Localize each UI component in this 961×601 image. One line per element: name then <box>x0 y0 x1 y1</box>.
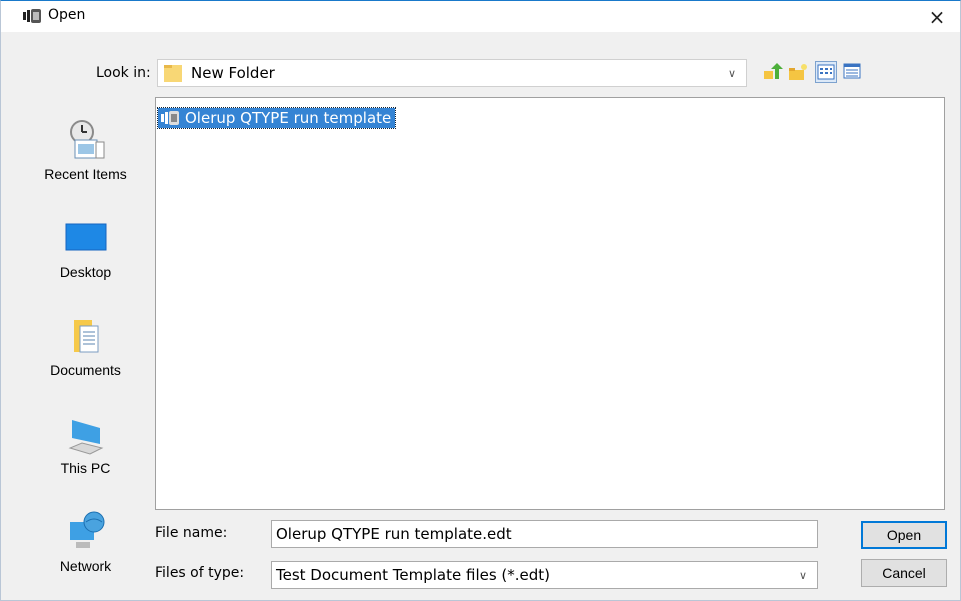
network-icon <box>69 511 104 548</box>
place-label: Desktop <box>59 264 112 280</box>
title-bar: Open × <box>1 1 960 32</box>
recent-items-icon <box>69 120 104 159</box>
look-in-label: Look in: <box>96 65 151 81</box>
place-label: Recent Items <box>44 166 127 182</box>
open-button[interactable]: Open <box>861 521 947 549</box>
place-recent-items[interactable]: Recent Items <box>43 116 128 182</box>
place-label: Network <box>59 558 112 574</box>
place-documents[interactable]: Documents <box>43 312 128 378</box>
cancel-button[interactable]: Cancel <box>861 559 947 587</box>
file-type-label: Files of type: <box>155 565 245 581</box>
folder-icon <box>164 65 182 82</box>
file-name-value: Olerup QTYPE run template.edt <box>276 525 512 543</box>
up-one-level-button[interactable] <box>761 61 783 83</box>
window-title: Open <box>48 7 86 23</box>
chevron-down-icon[interactable]: ∨ <box>718 60 746 86</box>
close-icon: × <box>928 4 946 29</box>
app-icon <box>23 9 41 23</box>
list-view-button[interactable] <box>815 61 837 83</box>
file-name-label: File name: <box>155 525 228 541</box>
up-one-level-icon <box>764 63 783 79</box>
desktop-icon <box>65 223 106 251</box>
look-in-value: New Folder <box>191 64 275 82</box>
places-bar: Recent Items Desktop Documents This PC N… <box>43 106 128 586</box>
details-view-icon <box>843 63 861 79</box>
place-label: Documents <box>50 362 121 378</box>
place-label: This PC <box>60 460 111 476</box>
close-button[interactable]: × <box>914 1 960 32</box>
template-file-icon <box>161 111 179 125</box>
this-pc-icon <box>68 420 103 455</box>
place-this-pc[interactable]: This PC <box>43 410 128 476</box>
documents-icon <box>73 320 98 353</box>
open-dialog: Open × Look in: New Folder ∨ Recent Item… <box>0 0 961 601</box>
list-view-icon <box>817 64 835 80</box>
chevron-down-icon[interactable]: ∨ <box>789 562 817 588</box>
look-in-combo[interactable]: New Folder ∨ <box>157 59 747 87</box>
file-type-select[interactable]: Test Document Template files (*.edt) ∨ <box>271 561 818 589</box>
place-network[interactable]: Network <box>43 508 128 574</box>
details-view-button[interactable] <box>842 61 864 83</box>
new-folder-button[interactable] <box>787 61 809 83</box>
file-list[interactable]: Olerup QTYPE run template <box>155 97 945 510</box>
new-folder-icon <box>789 64 807 80</box>
file-name-text: Olerup QTYPE run template <box>185 109 392 127</box>
place-desktop[interactable]: Desktop <box>43 214 128 280</box>
file-type-value: Test Document Template files (*.edt) <box>276 566 551 584</box>
file-name-field[interactable]: Olerup QTYPE run template.edt <box>271 520 818 548</box>
list-item[interactable]: Olerup QTYPE run template <box>156 107 397 129</box>
